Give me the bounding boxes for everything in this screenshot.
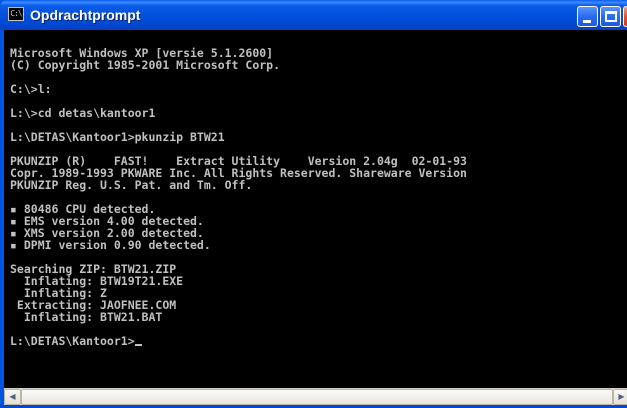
scroll-right-button[interactable]: ▶ (613, 389, 627, 405)
scroll-left-button[interactable]: ◀ (4, 389, 21, 405)
console-text: Microsoft Windows XP [versie 5.1.2600] (C… (10, 35, 467, 371)
maximize-button[interactable] (600, 6, 621, 27)
console-icon[interactable]: C:\ (8, 7, 24, 21)
console-line: C:\>l: (10, 82, 52, 96)
minimize-icon (583, 20, 591, 23)
console-line: L:\>cd detas\kantoor1 (10, 106, 156, 120)
command-prompt-window: C:\ Opdrachtprompt ✕ Microsoft Windows X… (0, 0, 627, 408)
console-line: Inflating: BTW21.BAT (10, 310, 163, 324)
horizontal-scrollbar[interactable]: ◀ ▶ (4, 388, 627, 405)
console-output-area[interactable]: Microsoft Windows XP [versie 5.1.2600] (C… (4, 30, 627, 388)
close-button[interactable]: ✕ (623, 6, 627, 27)
arrow-right-icon: ▶ (618, 392, 625, 401)
scrollbar-thumb[interactable] (21, 389, 613, 405)
window-title: Opdrachtprompt (30, 7, 141, 23)
minimize-button[interactable] (577, 6, 598, 27)
text-cursor (134, 344, 142, 346)
console-line: ▪ DPMI version 0.90 detected. (10, 238, 211, 252)
title-bar[interactable]: C:\ Opdrachtprompt ✕ (0, 0, 627, 30)
console-line: PKUNZIP Reg. U.S. Pat. and Tm. Off. (10, 178, 253, 192)
console-line: L:\DETAS\Kantoor1>pkunzip BTW21 (10, 130, 225, 144)
console-prompt: L:\DETAS\Kantoor1> (10, 334, 135, 348)
arrow-left-icon: ◀ (9, 392, 16, 401)
console-line: (C) Copyright 1985-2001 Microsoft Corp. (10, 58, 281, 72)
console-prompt-line: L:\DETAS\Kantoor1> (10, 335, 467, 347)
maximize-icon (605, 11, 617, 22)
